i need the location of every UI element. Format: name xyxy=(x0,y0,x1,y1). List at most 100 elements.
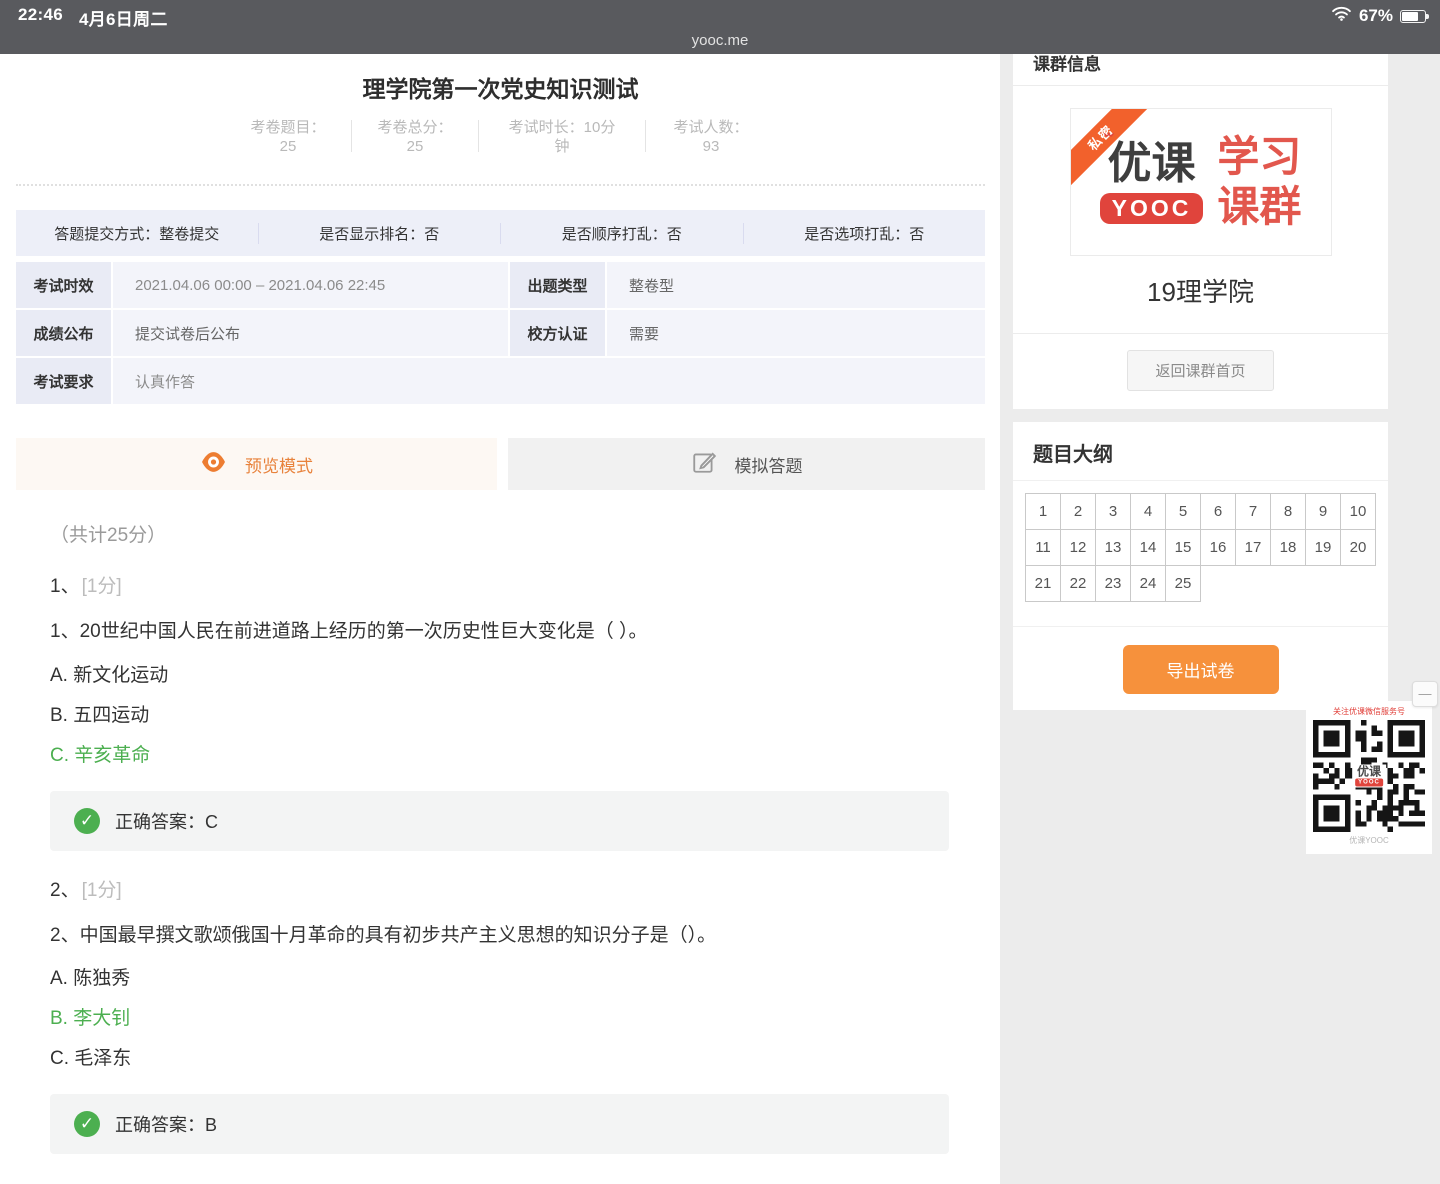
question-number-cell[interactable]: 14 xyxy=(1131,530,1166,566)
question-number-cell[interactable]: 6 xyxy=(1201,494,1236,530)
label-question-type: 出题类型 xyxy=(510,262,605,308)
value-question-type: 整卷型 xyxy=(607,262,985,308)
answer-option: A. 新文化运动 xyxy=(50,660,949,687)
question-number-cell[interactable]: 20 xyxy=(1341,530,1376,566)
value-score-publish: 提交试卷后公布 xyxy=(113,310,508,356)
status-right: 67% xyxy=(1331,6,1426,26)
table-row: 考试时效 2021.04.06 00:00 – 2021.04.06 22:45… xyxy=(16,262,985,308)
question-number-cell[interactable]: 12 xyxy=(1061,530,1096,566)
correct-answer-box: ✓ 正确答案：B xyxy=(50,1094,949,1154)
divider xyxy=(1013,626,1388,627)
check-icon: ✓ xyxy=(74,1111,100,1137)
value-school-auth: 需要 xyxy=(607,310,985,356)
question-number-cell[interactable]: 10 xyxy=(1341,494,1376,530)
stat-label: 考试时长： xyxy=(509,119,584,136)
minimize-widget-button[interactable]: — xyxy=(1412,681,1438,707)
answer-option: C. 毛泽东 xyxy=(50,1043,949,1070)
question-number-cell[interactable]: 3 xyxy=(1096,494,1131,530)
table-row: 成绩公布 提交试卷后公布 校方认证 需要 xyxy=(16,310,985,356)
stat-value: 25 xyxy=(407,138,424,155)
question-score: [1分] xyxy=(82,576,122,597)
question-number-cell[interactable]: 24 xyxy=(1131,566,1166,602)
question-number-cell[interactable]: 2 xyxy=(1061,494,1096,530)
question-number-cell[interactable]: 11 xyxy=(1026,530,1061,566)
question-number-cell[interactable]: 9 xyxy=(1306,494,1341,530)
export-paper-button[interactable]: 导出试卷 xyxy=(1123,645,1279,694)
logo-left: ˇˇ优课 YOOC xyxy=(1100,140,1204,223)
qr-code: 优课 YOOC xyxy=(1313,720,1425,832)
answer-option: A. 陈独秀 xyxy=(50,963,949,990)
answer-option: B. 李大钊 xyxy=(50,1003,949,1030)
back-to-group-home-button[interactable]: 返回课群首页 xyxy=(1127,350,1273,391)
question-score: [1分] xyxy=(82,880,122,901)
logo-en-badge: YOOC xyxy=(1100,193,1204,224)
question-number-cell[interactable]: 17 xyxy=(1236,530,1271,566)
exam-stats: 考卷题目：25 考卷总分： 25 考试时长：10分钟 考试人数：93 xyxy=(16,118,985,156)
qr-top-text: 关注优课微信服务号 xyxy=(1312,706,1426,717)
correct-answer-box: ✓ 正确答案：C xyxy=(50,791,949,851)
stat-label: 考试人数： xyxy=(673,119,748,136)
correct-answer-text: 正确答案：C xyxy=(115,808,218,834)
stat-participants: 考试人数：93 xyxy=(668,118,754,156)
question-number-cell[interactable]: 25 xyxy=(1166,566,1201,602)
divider xyxy=(351,120,352,152)
correct-answer-text: 正确答案：B xyxy=(115,1111,217,1137)
question-number-cell[interactable]: 13 xyxy=(1096,530,1131,566)
exam-info-table: 考试时效 2021.04.06 00:00 – 2021.04.06 22:45… xyxy=(16,262,985,404)
setting-show-ranking: 是否显示排名：否 xyxy=(258,223,501,244)
status-bar: 22:46 4月6日周二 67% yooc.me xyxy=(0,0,1440,54)
answer-option: C. 辛亥革命 xyxy=(50,740,949,767)
question-number-cell[interactable]: 15 xyxy=(1166,530,1201,566)
preview-mode-button[interactable]: 预览模式 xyxy=(16,438,497,490)
mode-buttons-row: 预览模式 模拟答题 xyxy=(16,438,985,490)
logo-tagline-line1: 学习 xyxy=(1217,132,1301,182)
logo-cn-text: ˇˇ优课 xyxy=(1100,140,1204,188)
address-bar[interactable]: yooc.me xyxy=(0,32,1440,49)
dotted-separator xyxy=(16,184,985,186)
date: 4月6日周二 xyxy=(79,5,168,30)
question-number-cell[interactable]: 18 xyxy=(1271,530,1306,566)
stat-question-count: 考卷题目：25 xyxy=(247,118,329,156)
simulate-answer-button[interactable]: 模拟答题 xyxy=(508,438,985,490)
question-block: 1、[1分] 1、20世纪中国人民在前进道路上经历的第一次历史性巨大变化是（ ）… xyxy=(16,571,985,851)
section-gap xyxy=(1013,409,1388,422)
divider xyxy=(1013,333,1388,334)
course-group-sidebar: 课群信息 私密 ˇˇ优课 YOOC 学习 课群 19理学院 返回课群首页 题目大… xyxy=(1013,40,1388,710)
preview-mode-label: 预览模式 xyxy=(245,452,313,477)
label-exam-requirement: 考试要求 xyxy=(16,358,111,404)
question-number-cell[interactable]: 19 xyxy=(1306,530,1341,566)
label-exam-period: 考试时效 xyxy=(16,262,111,308)
logo-tick-marks: ˇˇ xyxy=(1104,132,1112,152)
question-number: 2、[1分] xyxy=(50,875,985,902)
question-block: 2、[1分] 2、中国最早撰文歌颂俄国十月革命的具有初步共产主义思想的知识分子是… xyxy=(16,875,985,1155)
wechat-qr-widget: 关注优课微信服务号 优课 YOOC 优课YOOC xyxy=(1306,701,1432,854)
yooc-logo: 私密 ˇˇ优课 YOOC 学习 课群 xyxy=(1070,108,1332,256)
question-number-cell[interactable]: 4 xyxy=(1131,494,1166,530)
question-number: 1、[1分] xyxy=(50,571,985,598)
label-score-publish: 成绩公布 xyxy=(16,310,111,356)
question-number-cell[interactable]: 21 xyxy=(1026,566,1061,602)
qr-logo-cn: 优课 xyxy=(1355,766,1383,778)
stat-label: 考卷总分： xyxy=(377,119,452,136)
check-icon: ✓ xyxy=(74,808,100,834)
setting-submit-mode: 答题提交方式：整卷提交 xyxy=(16,223,258,244)
question-number-cell[interactable]: 8 xyxy=(1271,494,1306,530)
exam-settings-row: 答题提交方式：整卷提交 是否显示排名：否 是否顺序打乱：否 是否选项打乱：否 xyxy=(16,210,985,256)
question-number-cell[interactable]: 16 xyxy=(1201,530,1236,566)
pencil-icon xyxy=(691,449,717,480)
value-exam-period: 2021.04.06 00:00 – 2021.04.06 22:45 xyxy=(113,262,508,308)
logo-tagline: 学习 课群 xyxy=(1217,132,1301,231)
stat-duration: 考试时长：10分钟 xyxy=(501,118,623,156)
label-school-auth: 校方认证 xyxy=(510,310,605,356)
divider xyxy=(478,120,479,152)
question-number-cell[interactable]: 22 xyxy=(1061,566,1096,602)
question-number-cell[interactable]: 7 xyxy=(1236,494,1271,530)
question-number-cell[interactable]: 23 xyxy=(1096,566,1131,602)
question-outline-title: 题目大纲 xyxy=(1013,422,1388,481)
qr-logo-en: YOOC xyxy=(1355,779,1383,787)
wifi-icon xyxy=(1331,6,1352,26)
question-number-cell[interactable]: 5 xyxy=(1166,494,1201,530)
eye-icon xyxy=(200,450,227,479)
question-number-cell[interactable]: 1 xyxy=(1026,494,1061,530)
total-score-note: （共计25分） xyxy=(50,520,985,547)
